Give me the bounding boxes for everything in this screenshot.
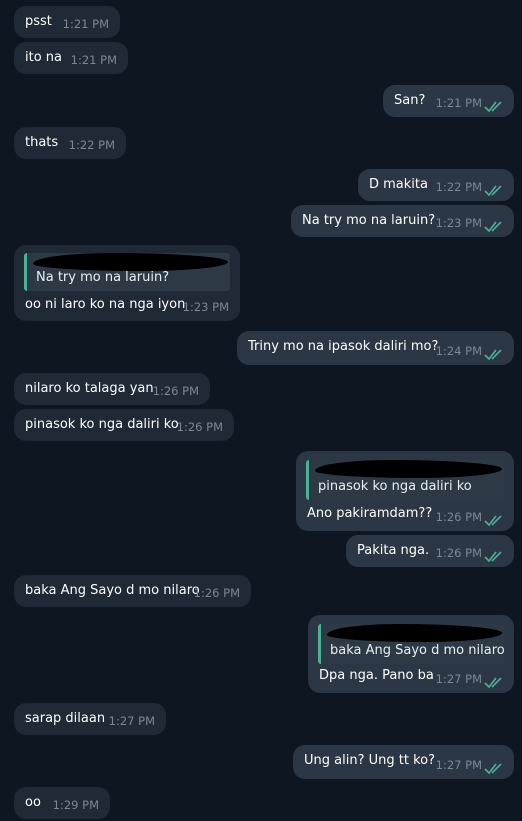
message-time: 1:26 PM	[193, 586, 240, 600]
message-text: Ano pakiramdam??	[307, 506, 433, 521]
message-bubble[interactable]: Ung alin? Ung tt ko? 1:27 PM	[293, 745, 514, 779]
message-text: San?	[394, 93, 426, 108]
read-checkmarks-icon	[484, 551, 502, 563]
redacted-sender-name	[327, 624, 502, 642]
message-text: oo	[25, 795, 41, 810]
read-checkmarks-icon	[484, 185, 502, 197]
message-time: 1:26 PM	[435, 546, 482, 560]
quoted-text: baka Ang Sayo d mo nilaro	[330, 643, 504, 658]
message-text: ito na	[25, 50, 63, 65]
quoted-text: Na try mo na laruin?	[36, 270, 170, 285]
message-time: 1:27 PM	[435, 758, 482, 772]
message-time: 1:27 PM	[108, 714, 155, 728]
reply-message-bubble[interactable]: baka Ang Sayo d mo nilaro Dpa nga. Pano …	[308, 615, 514, 693]
message-text: Pakita nga.	[357, 543, 430, 558]
reply-message-bubble[interactable]: Na try mo na laruin? oo ni laro ko na ng…	[14, 245, 240, 321]
read-checkmarks-icon	[484, 101, 502, 113]
message-time: 1:21 PM	[435, 96, 482, 110]
message-time: 1:22 PM	[68, 138, 115, 152]
read-checkmarks-icon	[484, 515, 502, 527]
quoted-message[interactable]: Na try mo na laruin?	[24, 253, 230, 291]
message-bubble[interactable]: nilaro ko talaga yan 1:26 PM	[14, 373, 210, 405]
message-text: Dpa nga. Pano ba	[319, 668, 434, 683]
message-time: 1:22 PM	[435, 180, 482, 194]
message-text: nilaro ko talaga yan	[25, 381, 154, 396]
read-checkmarks-icon	[484, 677, 502, 689]
message-bubble[interactable]: ito na 1:21 PM	[14, 42, 128, 74]
message-bubble[interactable]: Na try mo na laruin? 1:23 PM	[291, 205, 514, 237]
quoted-message[interactable]: baka Ang Sayo d mo nilaro	[318, 624, 504, 664]
message-time: 1:26 PM	[435, 510, 482, 524]
redacted-sender-name	[315, 460, 502, 478]
message-text: baka Ang Sayo d mo nilaro	[25, 583, 200, 598]
message-bubble[interactable]: San? 1:21 PM	[383, 85, 514, 117]
message-bubble[interactable]: psst 1:21 PM	[14, 6, 120, 38]
reply-message-bubble[interactable]: pinasok ko nga daliri ko Ano pakiramdam?…	[296, 451, 514, 531]
message-text: thats	[25, 135, 59, 150]
read-checkmarks-icon	[484, 221, 502, 233]
message-time: 1:24 PM	[435, 344, 482, 358]
message-time: 1:26 PM	[176, 420, 223, 434]
read-checkmarks-icon	[484, 763, 502, 775]
message-bubble[interactable]: sarap dilaan 1:27 PM	[14, 703, 166, 735]
message-bubble[interactable]: D makita 1:22 PM	[358, 169, 514, 201]
message-text: pinasok ko nga daliri ko	[25, 417, 179, 432]
message-time: 1:29 PM	[52, 798, 99, 812]
message-text: Na try mo na laruin?	[302, 213, 436, 228]
message-text: D makita	[369, 177, 428, 192]
message-time: 1:21 PM	[62, 17, 109, 31]
quoted-message[interactable]: pinasok ko nga daliri ko	[306, 460, 504, 500]
message-time: 1:23 PM	[435, 216, 482, 230]
message-text: psst	[25, 14, 52, 29]
message-time: 1:21 PM	[70, 53, 117, 67]
quoted-text: pinasok ko nga daliri ko	[318, 479, 472, 494]
message-bubble[interactable]: oo 1:29 PM	[14, 787, 110, 819]
message-bubble[interactable]: thats 1:22 PM	[14, 127, 126, 159]
message-bubble[interactable]: baka Ang Sayo d mo nilaro 1:26 PM	[14, 575, 251, 607]
message-bubble[interactable]: pinasok ko nga daliri ko 1:26 PM	[14, 409, 234, 441]
message-time: 1:23 PM	[182, 300, 229, 314]
message-text: oo ni laro ko na nga iyon	[25, 297, 186, 312]
read-checkmarks-icon	[484, 349, 502, 361]
message-time: 1:27 PM	[435, 672, 482, 686]
message-text: Triny mo na ipasok daliri mo?	[248, 339, 439, 354]
chat-history[interactable]: psst 1:21 PM ito na 1:21 PM San? 1:21 PM…	[0, 0, 522, 821]
message-bubble[interactable]: Pakita nga. 1:26 PM	[346, 535, 514, 567]
message-bubble[interactable]: Triny mo na ipasok daliri mo? 1:24 PM	[237, 331, 514, 365]
message-text: sarap dilaan	[25, 711, 106, 726]
message-time: 1:26 PM	[152, 384, 199, 398]
message-text: Ung alin? Ung tt ko?	[304, 753, 435, 768]
